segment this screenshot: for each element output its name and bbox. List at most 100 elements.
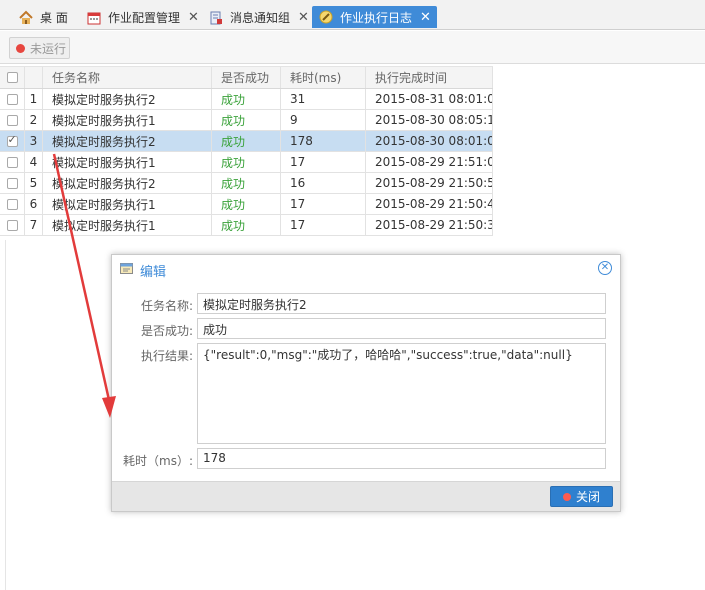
cell-elapsed: 16: [281, 173, 366, 193]
elapsed-field[interactable]: 178: [197, 448, 606, 469]
table-row[interactable]: 4 模拟定时服务执行1 成功 17 2015-08-29 21:51:03: [0, 152, 493, 173]
cell-success: 成功: [212, 194, 281, 214]
row-number-header: [25, 67, 43, 88]
cell-task-name: 模拟定时服务执行2: [43, 89, 212, 109]
cell-done-time: 2015-08-29 21:50:43: [366, 194, 493, 214]
cell-done-time: 2015-08-30 08:05:10: [366, 110, 493, 130]
checkbox-icon: [6, 93, 18, 105]
close-button-label: 关闭: [575, 490, 600, 504]
cell-elapsed: 17: [281, 152, 366, 172]
table-row[interactable]: 2 模拟定时服务执行1 成功 9 2015-08-30 08:05:10: [0, 110, 493, 131]
row-number: 3: [25, 131, 43, 151]
checkbox-icon: [6, 219, 18, 231]
tab-job-config[interactable]: 作业配置管理 ✕: [80, 5, 205, 30]
column-header-name[interactable]: 任务名称: [43, 67, 212, 88]
tab-notify-group[interactable]: 消息通知组 ✕: [202, 5, 315, 30]
not-run-label: 未运行: [30, 41, 67, 56]
divider: [0, 240, 6, 590]
row-checkbox[interactable]: [0, 152, 25, 172]
table-body: 1 模拟定时服务执行2 成功 31 2015-08-31 08:01:00 2 模拟定时服务…: [0, 89, 493, 236]
checkbox-icon: [6, 72, 18, 83]
close-button[interactable]: 关闭: [550, 486, 613, 507]
result-label: 执行结果:: [140, 349, 193, 363]
cell-task-name: 模拟定时服务执行2: [43, 173, 212, 193]
cell-task-name: 模拟定时服务执行1: [43, 194, 212, 214]
cell-task-name: 模拟定时服务执行1: [43, 215, 212, 235]
cell-elapsed: 31: [281, 89, 366, 109]
not-run-button[interactable]: 未运行: [9, 37, 70, 59]
dialog-header: 编辑 ✕: [112, 255, 620, 283]
cell-success: 成功: [212, 152, 281, 172]
close-dot-icon: [562, 492, 571, 501]
success-label: 是否成功:: [140, 324, 193, 338]
row-checkbox[interactable]: [0, 194, 25, 214]
calendar-icon: [86, 10, 102, 26]
tab-label: 消息通知组: [230, 11, 291, 25]
tab-job-log[interactable]: 作业执行日志 ✕: [312, 6, 437, 28]
row-checkbox[interactable]: [0, 131, 25, 151]
select-all-checkbox[interactable]: [0, 67, 25, 88]
cell-task-name: 模拟定时服务执行1: [43, 110, 212, 130]
tab-desktop[interactable]: 桌 面: [12, 5, 74, 30]
name-label: 任务名称:: [140, 299, 193, 313]
tab-label: 作业配置管理: [108, 11, 181, 25]
document-icon: [208, 10, 224, 26]
cell-task-name: 模拟定时服务执行2: [43, 131, 212, 151]
cell-done-time: 2015-08-30 08:01:00: [366, 131, 493, 151]
cell-done-time: 2015-08-29 21:51:03: [366, 152, 493, 172]
cell-success: 成功: [212, 110, 281, 130]
toolbar: 未运行: [0, 31, 705, 64]
close-icon[interactable]: ✕: [188, 11, 199, 24]
cell-elapsed: 17: [281, 215, 366, 235]
dialog-footer: 关闭: [112, 481, 620, 511]
row-number: 6: [25, 194, 43, 214]
tab-label: 桌 面: [40, 11, 68, 25]
cell-done-time: 2015-08-31 08:01:00: [366, 89, 493, 109]
cell-elapsed: 17: [281, 194, 366, 214]
status-dot-icon: [16, 43, 25, 53]
table-header: 任务名称 是否成功 耗时(ms) 执行完成时间: [0, 66, 493, 89]
tab-label: 作业执行日志: [340, 10, 413, 25]
cell-done-time: 2015-08-29 21:50:53: [366, 173, 493, 193]
edit-dialog: 编辑 ✕ 任务名称: 模拟定时服务执行2 是否成功: 成功 执行结果: {"re…: [111, 254, 621, 512]
checkbox-icon: [6, 198, 18, 210]
cell-task-name: 模拟定时服务执行1: [43, 152, 212, 172]
cell-elapsed: 178: [281, 131, 366, 151]
home-icon: [18, 10, 34, 26]
close-icon[interactable]: ✕: [298, 11, 309, 24]
table-row[interactable]: 5 模拟定时服务执行2 成功 16 2015-08-29 21:50:53: [0, 173, 493, 194]
table-row[interactable]: 3模拟定时服务执行2成功1782015-08-30 08:01:00: [0, 131, 493, 152]
edit-icon: [120, 262, 134, 275]
result-textarea[interactable]: {"result":0,"msg":"成功了，哈哈哈","success":tr…: [197, 343, 606, 444]
table-row[interactable]: 7 模拟定时服务执行1 成功 17 2015-08-29 21:50:33: [0, 215, 493, 236]
row-checkbox[interactable]: [0, 110, 25, 130]
table-row[interactable]: 6 模拟定时服务执行1 成功 17 2015-08-29 21:50:43: [0, 194, 493, 215]
column-header-success[interactable]: 是否成功: [212, 67, 281, 88]
row-number: 5: [25, 173, 43, 193]
row-checkbox[interactable]: [0, 215, 25, 235]
success-field[interactable]: 成功: [197, 318, 606, 339]
checkbox-icon: [6, 177, 18, 189]
checkbox-icon: [6, 114, 18, 126]
column-header-elapsed[interactable]: 耗时(ms): [281, 67, 366, 88]
cell-success: 成功: [212, 215, 281, 235]
dialog-title: 编辑: [140, 265, 167, 280]
checkbox-icon: [6, 156, 18, 168]
column-header-done[interactable]: 执行完成时间: [366, 67, 493, 88]
cell-success: 成功: [212, 173, 281, 193]
name-field[interactable]: 模拟定时服务执行2: [197, 293, 606, 314]
elapsed-label: 耗时（ms）:: [123, 454, 193, 468]
row-number: 7: [25, 215, 43, 235]
cell-success: 成功: [212, 131, 281, 151]
row-number: 1: [25, 89, 43, 109]
cell-success: 成功: [212, 89, 281, 109]
tab-bar: 桌 面 作业配置管理 ✕ 消息通知组 ✕ 作业执行日志 ✕: [0, 0, 705, 30]
close-icon[interactable]: ✕: [420, 11, 431, 24]
row-checkbox[interactable]: [0, 173, 25, 193]
close-icon[interactable]: ✕: [598, 261, 612, 275]
cell-done-time: 2015-08-29 21:50:33: [366, 215, 493, 235]
row-checkbox[interactable]: [0, 89, 25, 109]
cell-elapsed: 9: [281, 110, 366, 130]
table-row[interactable]: 1 模拟定时服务执行2 成功 31 2015-08-31 08:01:00: [0, 89, 493, 110]
job-log-table: 任务名称 是否成功 耗时(ms) 执行完成时间 1 模拟定时服务执行2 成功 31 20…: [0, 66, 493, 236]
